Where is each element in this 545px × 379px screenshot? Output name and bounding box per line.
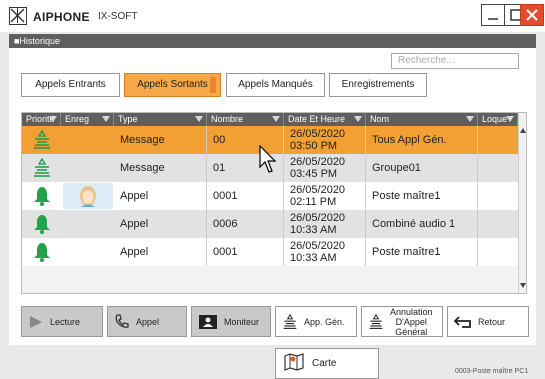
col-date[interactable]: Date Et Heure: [284, 113, 366, 126]
recording-thumbnail[interactable]: [63, 183, 113, 209]
cell-number: 0001: [207, 238, 284, 266]
tab-label: Appels Manqués: [238, 79, 313, 90]
cell-name: Poste maître1: [366, 182, 478, 210]
bell-icon: [31, 185, 53, 213]
col-nom[interactable]: Nom: [366, 113, 478, 126]
cell-name: Combiné audio 1: [366, 210, 478, 238]
sort-icon: [195, 116, 203, 122]
cell-type: Message: [114, 154, 207, 182]
phone-icon: [114, 313, 130, 330]
cell-date: 26/05/2020 10:33 AM: [284, 210, 366, 238]
sort-icon: [272, 116, 280, 122]
col-priorite[interactable]: Priorité: [22, 113, 61, 126]
broadcast-icon: [368, 313, 384, 331]
tab-label: Appels Entrants: [35, 79, 106, 90]
person-avatar-icon: [80, 186, 96, 207]
sort-icon: [354, 116, 362, 122]
appel-button[interactable]: Appel: [107, 306, 187, 337]
cell-date: 26/05/2020 02:11 PM: [284, 182, 366, 210]
cell-type: Appel: [114, 182, 207, 210]
title-bar: AIPHONE IX-SOFT: [0, 0, 545, 32]
sort-icon: [102, 116, 110, 122]
station-id: 0003-Poste maître PC1: [455, 368, 529, 375]
carte-button[interactable]: Carte: [275, 348, 379, 379]
search-input[interactable]: Recherche...: [391, 53, 519, 69]
table-row[interactable]: Appel 0001 26/05/2020 02:11 PM Poste maît…: [22, 182, 518, 210]
play-icon: [28, 315, 44, 329]
table-row[interactable]: Appel 0001 26/05/2020 10:33 AM Poste maît…: [22, 238, 518, 266]
tab-appels-entrants[interactable]: Appels Entrants: [21, 73, 120, 97]
product-name: IX-SOFT: [98, 11, 138, 22]
sort-icon: [506, 116, 514, 122]
tab-appels-manques[interactable]: Appels Manqués: [226, 73, 325, 97]
app-gen-button[interactable]: App. Gén.: [275, 306, 357, 337]
history-table: Priorité Enreg Type Nombre Date Et Heure…: [21, 112, 527, 294]
brand-name: AIPHONE: [33, 10, 90, 24]
broadcast-icon: [282, 313, 298, 331]
col-nombre[interactable]: Nombre: [207, 113, 284, 126]
cell-number: 0006: [207, 210, 284, 238]
retour-button[interactable]: Retour: [447, 306, 529, 337]
moniteur-button[interactable]: Moniteur: [191, 306, 271, 337]
cell-date: 26/05/2020 03:45 PM: [284, 154, 366, 182]
cell-name: Groupe01: [366, 154, 478, 182]
sort-icon: [49, 116, 57, 122]
col-type[interactable]: Type: [114, 113, 207, 126]
annulation-appel-general-button[interactable]: Annulation D'Appel Général: [361, 306, 443, 337]
table-header: Priorité Enreg Type Nombre Date Et Heure…: [22, 113, 518, 126]
bell-icon: [31, 213, 53, 241]
cell-name: Poste maître1: [366, 238, 478, 266]
section-title: ■Historique: [9, 34, 536, 48]
bell-icon: [31, 241, 53, 269]
cell-date: 26/05/2020 03:50 PM: [284, 126, 366, 154]
minimize-icon: [488, 18, 498, 20]
table-scrollbar[interactable]: [518, 113, 526, 293]
map-icon: [284, 353, 304, 374]
scroll-up-icon[interactable]: [520, 128, 526, 133]
back-arrow-icon: [454, 315, 472, 328]
table-row[interactable]: Appel 0006 26/05/2020 10:33 AM Combiné au…: [22, 210, 518, 238]
cell-type: Appel: [114, 210, 207, 238]
close-icon: [526, 9, 538, 21]
col-enreg[interactable]: Enreg: [61, 113, 114, 126]
close-button[interactable]: [520, 4, 544, 26]
col-loque[interactable]: Loque: [478, 113, 518, 126]
tab-label: Enregistrements: [341, 79, 415, 90]
scroll-down-icon[interactable]: [520, 283, 526, 288]
minimize-button[interactable]: [481, 4, 505, 26]
cell-type: Message: [114, 126, 207, 154]
mouse-cursor-icon: [259, 144, 279, 180]
cell-number: 0001: [207, 182, 284, 210]
tab-enregistrements[interactable]: Enregistrements: [329, 73, 427, 97]
aiphone-logo-icon: [9, 7, 27, 25]
tab-appels-sortants[interactable]: Appels Sortants: [124, 73, 221, 97]
sort-icon: [466, 116, 474, 122]
cell-date: 26/05/2020 10:33 AM: [284, 238, 366, 266]
lecture-button[interactable]: Lecture: [21, 306, 103, 337]
monitor-icon: [198, 314, 218, 330]
cell-type: Appel: [114, 238, 207, 266]
tab-grip-icon: [210, 77, 216, 93]
tab-label: Appels Sortants: [137, 79, 208, 90]
cell-name: Tous Appl Gén.: [366, 126, 478, 154]
